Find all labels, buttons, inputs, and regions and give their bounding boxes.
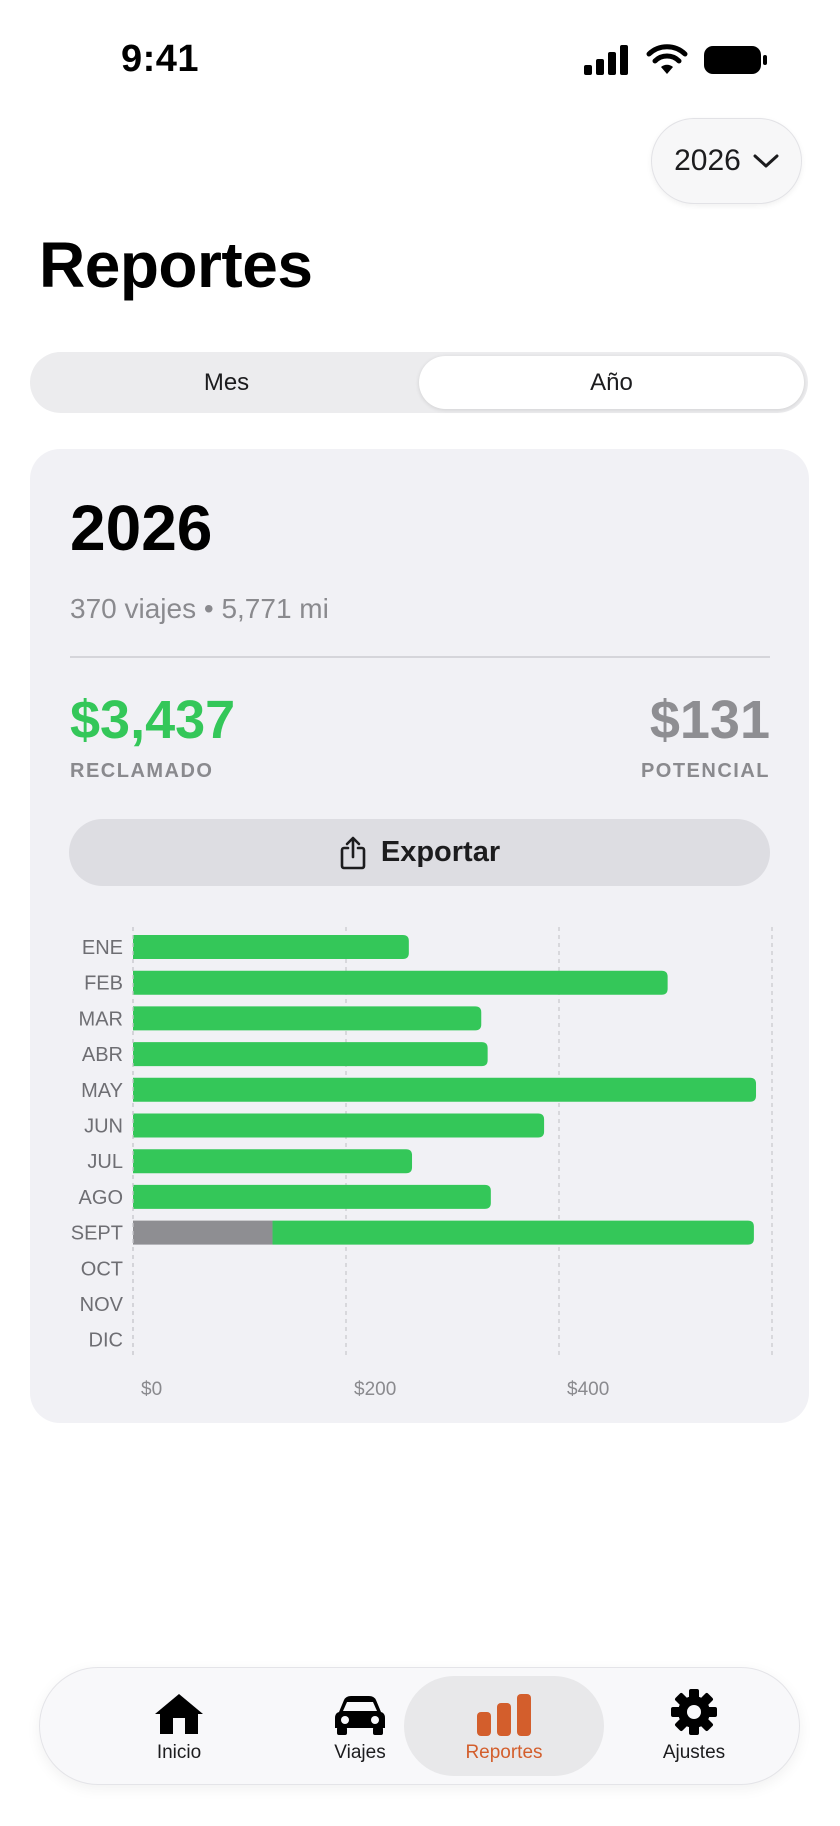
chevron-down-icon: [753, 154, 779, 168]
bar-reclamado: [272, 1220, 754, 1245]
summary-card: 2026 370 viajes • 5,771 mi $3,437 RECLAM…: [30, 449, 809, 1423]
tab-label: Inicio: [156, 1742, 202, 1763]
status-icons: [584, 44, 768, 76]
tab-bar: Inicio Viajes Reportes Ajustes: [39, 1667, 800, 1785]
status-bar: 9:41: [0, 0, 840, 120]
x-tick-label: $400: [567, 1379, 609, 1400]
signal-icon: [584, 45, 628, 75]
house-icon: [155, 1694, 203, 1734]
segment-year[interactable]: Año: [419, 356, 804, 409]
category-label: NOV: [80, 1294, 124, 1316]
gear-icon: [671, 1689, 717, 1735]
tab-ajustes[interactable]: Ajustes: [595, 1676, 793, 1776]
category-label: AGO: [79, 1187, 123, 1209]
category-label: OCT: [81, 1258, 123, 1280]
wifi-icon: [646, 44, 688, 74]
bar-reclamado: [133, 1006, 482, 1031]
category-label: JUN: [84, 1116, 123, 1138]
bar-reclamado: [133, 1113, 545, 1138]
bar-potencial: [133, 1220, 273, 1245]
category-label: DIC: [89, 1330, 123, 1352]
tab-label: Reportes: [465, 1742, 543, 1763]
car-icon: [335, 1696, 385, 1735]
year-picker-label: 2026: [674, 144, 741, 177]
battery-icon: [704, 46, 767, 74]
x-tick-label: $0: [141, 1379, 162, 1400]
tab-inicio[interactable]: Inicio: [80, 1676, 278, 1776]
category-label: MAR: [79, 1008, 123, 1030]
bar-reclamado: [133, 935, 409, 959]
bar-reclamado: [133, 1149, 413, 1174]
tab-label: Viajes: [334, 1742, 386, 1763]
tab-reportes[interactable]: Reportes: [404, 1676, 604, 1776]
category-label: SEPT: [71, 1223, 123, 1245]
status-time: 9:41: [121, 38, 200, 80]
segment-month[interactable]: Mes: [34, 356, 419, 409]
category-label: ENE: [82, 937, 123, 959]
category-label: MAY: [81, 1080, 123, 1102]
year-picker[interactable]: 2026: [651, 118, 802, 204]
bar-chart-icon: [477, 1694, 531, 1736]
x-tick-label: $200: [354, 1379, 396, 1400]
tab-label: Ajustes: [662, 1742, 726, 1763]
category-label: FEB: [84, 973, 123, 995]
bar-reclamado: [133, 1184, 491, 1209]
category-label: JUL: [87, 1151, 123, 1173]
monthly-bar-chart: $0 $200 $400 ENE FEB MAR ABR MAY JUN JUL AGO SEPT OC…: [71, 927, 773, 1400]
bar-reclamado: [133, 1077, 757, 1102]
page-title: Reportes: [39, 229, 313, 301]
category-label: ABR: [82, 1044, 123, 1066]
period-segmented-control: Mes Año: [30, 352, 808, 413]
bar-reclamado: [133, 1042, 488, 1067]
bar-reclamado: [133, 970, 668, 995]
